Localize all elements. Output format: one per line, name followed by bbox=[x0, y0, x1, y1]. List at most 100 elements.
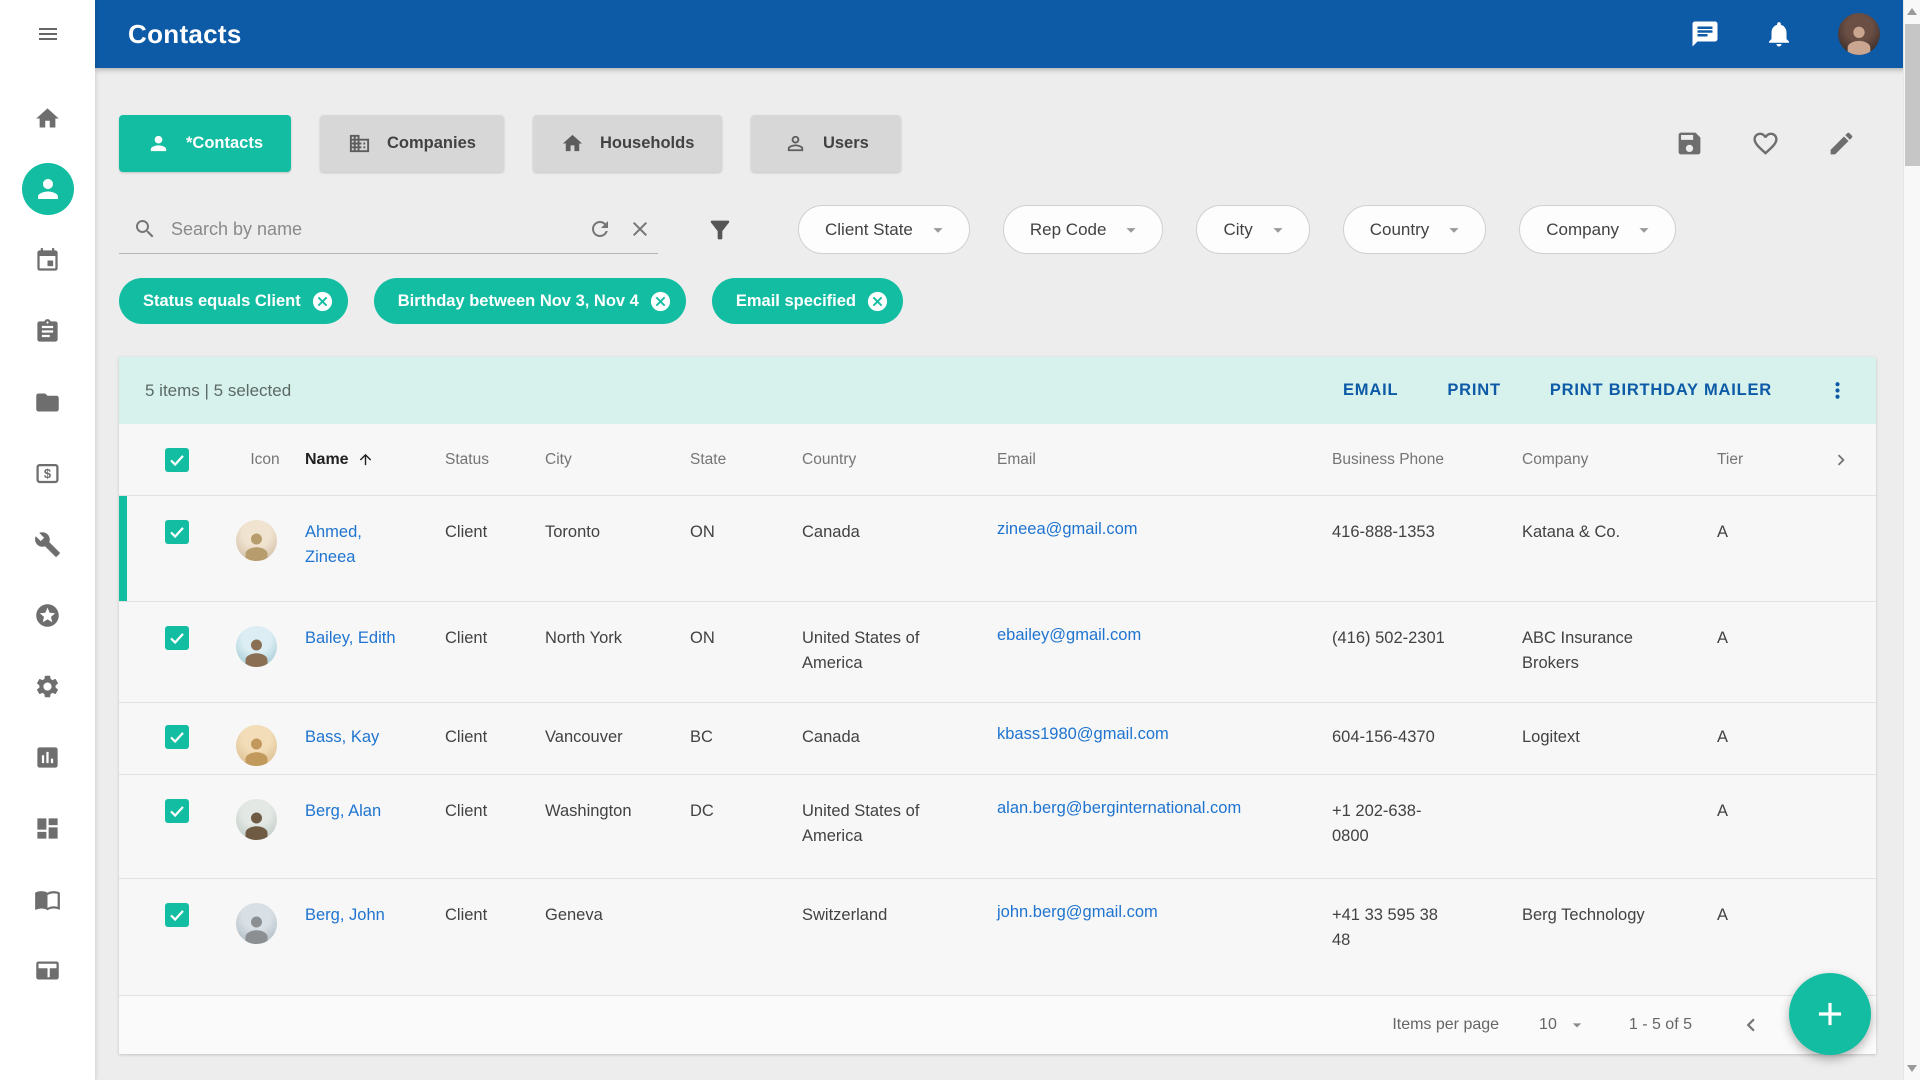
contact-name-link[interactable]: Ahmed, Zineea bbox=[305, 523, 362, 566]
filter-dropdown-rep-code[interactable]: Rep Code bbox=[1002, 205, 1164, 254]
tab-contacts[interactable]: *Contacts bbox=[119, 115, 292, 172]
add-contact-button[interactable] bbox=[1789, 973, 1871, 1055]
sidebar-item-tools[interactable] bbox=[22, 518, 74, 570]
book-icon bbox=[34, 886, 61, 913]
cell-state bbox=[690, 879, 802, 903]
search-input[interactable] bbox=[171, 218, 572, 240]
contact-name-link[interactable]: Bailey, Edith bbox=[305, 629, 396, 647]
contact-name-link[interactable]: Berg, Alan bbox=[305, 802, 381, 820]
row-checkbox[interactable] bbox=[165, 520, 189, 544]
row-checkbox[interactable] bbox=[165, 799, 189, 823]
table-row[interactable]: Berg, John Client Geneva Switzerland joh… bbox=[119, 879, 1876, 996]
clear-search-icon[interactable] bbox=[628, 217, 652, 241]
sidebar-item-documents[interactable] bbox=[22, 376, 74, 428]
sidebar-item-reports[interactable] bbox=[22, 731, 74, 783]
cell-country: Canada bbox=[802, 523, 860, 541]
sidebar-item-accounts[interactable] bbox=[22, 944, 74, 996]
table-row[interactable]: Ahmed, Zineea Client Toronto ON Canada z… bbox=[119, 496, 1876, 602]
table-row[interactable]: Bass, Kay Client Vancouver BC Canada kba… bbox=[119, 703, 1876, 775]
sidebar-item-home[interactable] bbox=[22, 92, 74, 144]
column-header-business-phone[interactable]: Business Phone bbox=[1332, 451, 1522, 469]
contact-email-link[interactable]: alan.berg@berginternational.com bbox=[997, 799, 1241, 817]
remove-chip-icon[interactable] bbox=[866, 290, 889, 313]
heart-icon[interactable] bbox=[1751, 129, 1780, 158]
column-header-city[interactable]: City bbox=[545, 451, 690, 469]
cell-business-phone: 604-156-4370 bbox=[1332, 728, 1435, 746]
building-icon bbox=[348, 132, 371, 155]
email-action[interactable]: EMAIL bbox=[1343, 381, 1398, 400]
column-header-name[interactable]: Name bbox=[305, 451, 445, 469]
sidebar-item-settings[interactable] bbox=[22, 660, 74, 712]
tab-companies[interactable]: Companies bbox=[320, 115, 504, 172]
more-columns-icon[interactable] bbox=[1830, 449, 1852, 471]
sidebar-item-billing[interactable] bbox=[22, 447, 74, 499]
page-size-select[interactable]: 10 bbox=[1539, 1015, 1587, 1035]
pencil-icon[interactable] bbox=[1827, 129, 1856, 158]
sidebar-item-dashboard[interactable] bbox=[22, 802, 74, 854]
more-options-icon[interactable] bbox=[1825, 378, 1850, 403]
previous-page-icon[interactable] bbox=[1738, 1012, 1764, 1038]
chevron-down-icon bbox=[1120, 219, 1142, 241]
column-header-company[interactable]: Company bbox=[1522, 451, 1717, 469]
row-checkbox[interactable] bbox=[165, 903, 189, 927]
scroll-up-icon[interactable] bbox=[1907, 8, 1917, 15]
user-avatar[interactable] bbox=[1838, 13, 1880, 55]
print-birthday-mailer-action[interactable]: PRINT BIRTHDAY MAILER bbox=[1550, 381, 1772, 400]
row-checkbox[interactable] bbox=[165, 725, 189, 749]
table-row[interactable]: Berg, Alan Client Washington DC United S… bbox=[119, 775, 1876, 879]
folder-icon bbox=[34, 389, 61, 416]
scrollbar-thumb[interactable] bbox=[1905, 24, 1920, 166]
row-checkbox[interactable] bbox=[165, 626, 189, 650]
column-header-email[interactable]: Email bbox=[997, 451, 1332, 469]
contact-avatar[interactable] bbox=[235, 903, 277, 944]
contact-avatar[interactable] bbox=[235, 520, 277, 561]
sidebar-item-calendar[interactable] bbox=[22, 234, 74, 286]
filter-dropdown-company[interactable]: Company bbox=[1519, 205, 1677, 254]
column-header-state[interactable]: State bbox=[690, 451, 802, 469]
remove-chip-icon[interactable] bbox=[649, 290, 672, 313]
print-action[interactable]: PRINT bbox=[1447, 381, 1501, 400]
tab-households[interactable]: Households bbox=[532, 115, 723, 172]
notifications-icon[interactable] bbox=[1764, 19, 1794, 49]
filter-dropdown-client-state[interactable]: Client State bbox=[798, 205, 970, 254]
chat-icon[interactable] bbox=[1690, 19, 1720, 49]
filter-chip-status[interactable]: Status equals Client bbox=[119, 278, 348, 324]
menu-icon[interactable] bbox=[34, 22, 62, 46]
filter-chip-email[interactable]: Email specified bbox=[711, 278, 903, 324]
contact-name-link[interactable]: Bass, Kay bbox=[305, 728, 379, 746]
cell-company: Logitext bbox=[1522, 728, 1580, 746]
contact-email-link[interactable]: john.berg@gmail.com bbox=[997, 903, 1158, 921]
sidebar-item-directory[interactable] bbox=[22, 873, 74, 925]
filter-dropdown-country[interactable]: Country bbox=[1342, 205, 1487, 254]
column-header-country[interactable]: Country bbox=[802, 451, 997, 469]
select-all-checkbox[interactable] bbox=[165, 447, 189, 472]
filter-icon[interactable] bbox=[706, 216, 734, 244]
contact-email-link[interactable]: zineea@gmail.com bbox=[997, 520, 1138, 538]
tab-users[interactable]: Users bbox=[751, 115, 902, 172]
avatar-silhouette-icon bbox=[240, 528, 273, 561]
tab-label: Users bbox=[822, 134, 869, 152]
sidebar-item-favorites[interactable] bbox=[22, 589, 74, 641]
cell-state: BC bbox=[690, 728, 713, 746]
remove-chip-icon[interactable] bbox=[311, 290, 334, 313]
contact-name-link[interactable]: Berg, John bbox=[305, 906, 385, 924]
contact-email-link[interactable]: kbass1980@gmail.com bbox=[997, 725, 1169, 743]
column-header-icon[interactable]: Icon bbox=[250, 451, 279, 469]
column-header-status[interactable]: Status bbox=[445, 451, 545, 469]
sidebar-item-contacts[interactable] bbox=[21, 163, 74, 215]
contact-avatar[interactable] bbox=[235, 799, 277, 840]
refresh-icon[interactable] bbox=[588, 217, 612, 241]
column-header-tier[interactable]: Tier bbox=[1717, 451, 1805, 469]
cell-country: United States of America bbox=[802, 802, 920, 845]
scroll-down-icon[interactable] bbox=[1907, 1065, 1917, 1072]
filter-dropdown-city[interactable]: City bbox=[1196, 205, 1310, 254]
contact-avatar[interactable] bbox=[235, 626, 277, 667]
sidebar-item-tasks[interactable] bbox=[22, 305, 74, 357]
contact-avatar[interactable] bbox=[235, 725, 277, 766]
vertical-scrollbar[interactable] bbox=[1903, 0, 1920, 1080]
table-row[interactable]: Bailey, Edith Client North York ON Unite… bbox=[119, 602, 1876, 703]
save-icon[interactable] bbox=[1675, 129, 1704, 158]
avatar-silhouette-icon bbox=[240, 911, 273, 944]
contact-email-link[interactable]: ebailey@gmail.com bbox=[997, 626, 1141, 644]
filter-chip-birthday[interactable]: Birthday between Nov 3, Nov 4 bbox=[373, 278, 686, 324]
